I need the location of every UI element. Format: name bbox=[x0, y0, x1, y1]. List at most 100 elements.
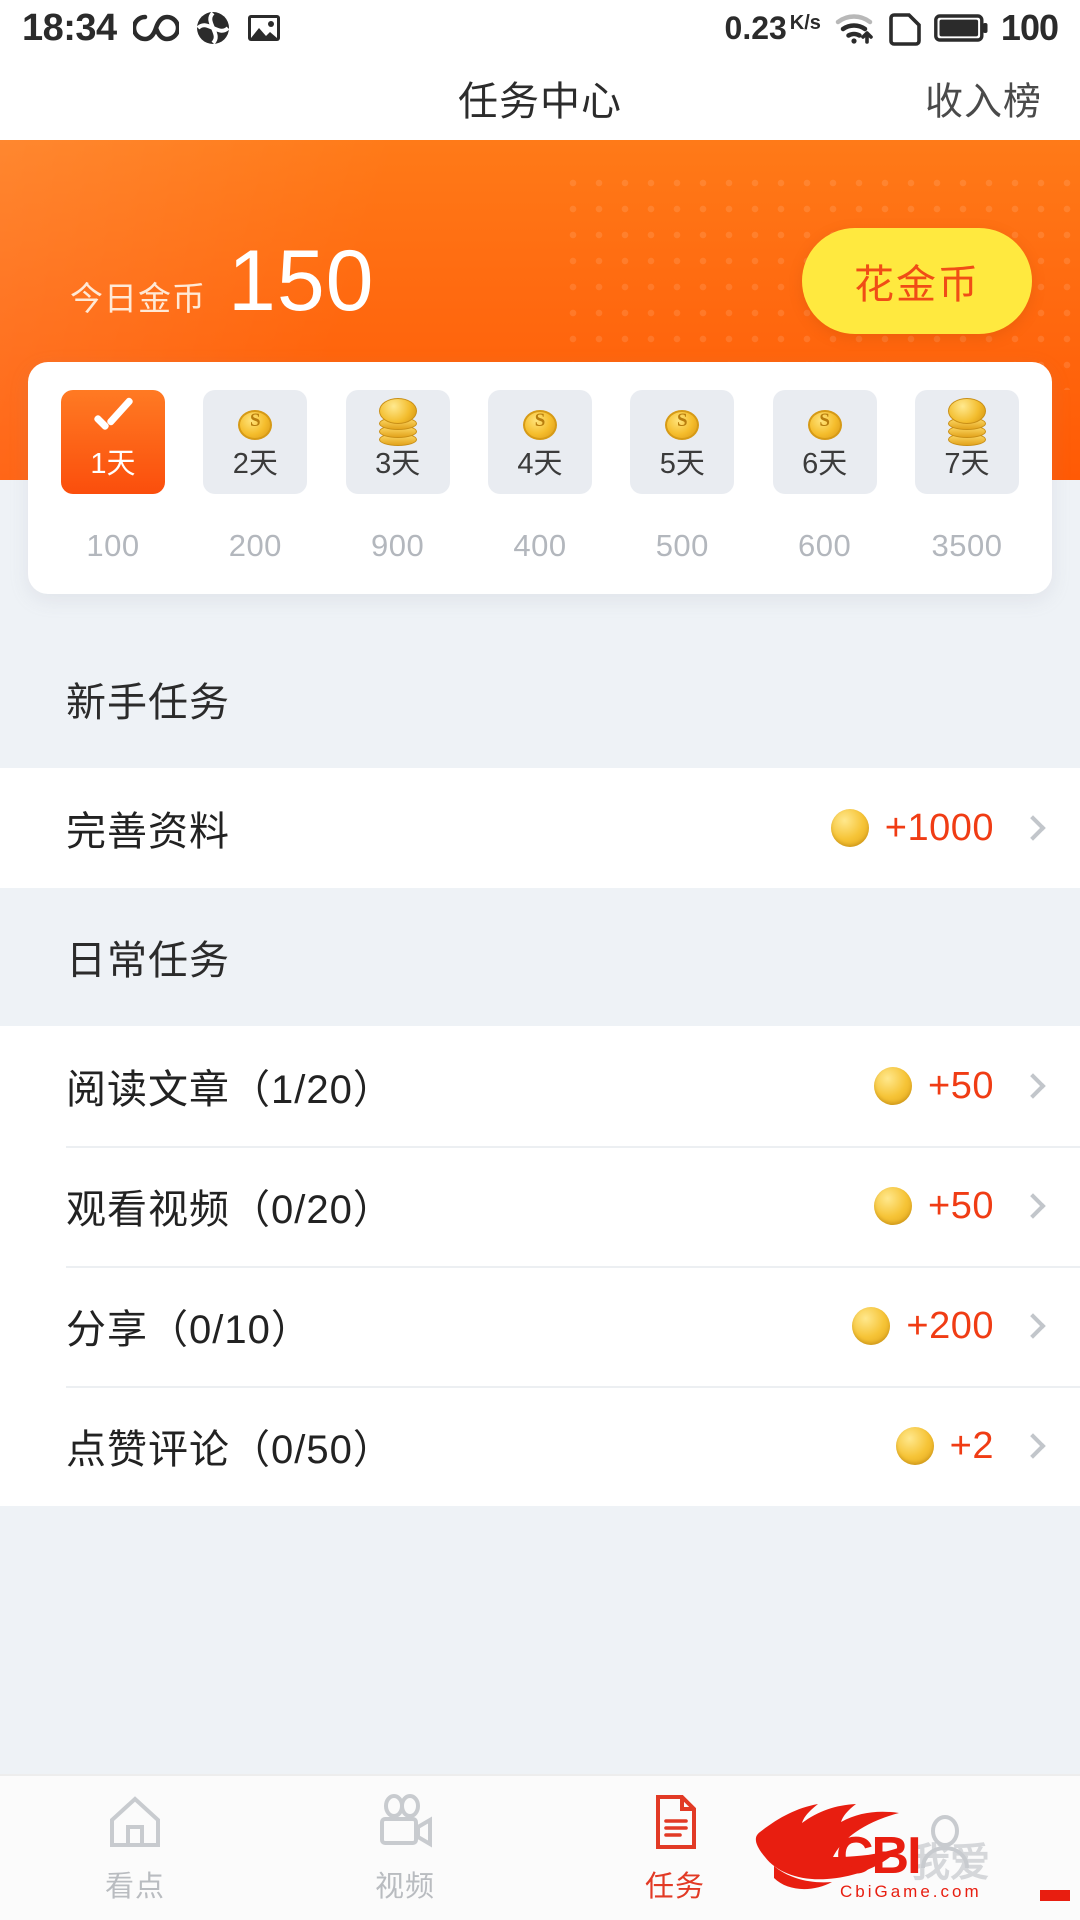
checkin-day-2-amount: 200 bbox=[228, 528, 282, 563]
chevron-right-icon bbox=[1020, 1193, 1046, 1219]
task-row[interactable]: 完善资料 +1000 bbox=[0, 768, 1080, 888]
infinity-icon bbox=[132, 13, 179, 43]
task-row[interactable]: 阅读文章（1/20） +50 bbox=[0, 1026, 1080, 1146]
chevron-right-icon bbox=[1020, 1073, 1046, 1099]
task-name: 完善资料 bbox=[66, 810, 230, 854]
tab-tasks[interactable]: 任务 bbox=[540, 1776, 810, 1920]
spend-coins-button[interactable]: 花金币 bbox=[802, 228, 1032, 334]
checkin-day-5-tile: 5天 bbox=[630, 390, 735, 494]
task-reward: +50 bbox=[928, 1064, 994, 1107]
checkin-days-row: 1天 100 2天 200 3天 900 bbox=[52, 390, 1028, 564]
coin-icon bbox=[522, 404, 557, 446]
checkin-day-3-tile: 3天 bbox=[345, 390, 450, 494]
checkin-day-2-label: 2天 bbox=[232, 448, 278, 480]
checkin-day-1[interactable]: 1天 100 bbox=[52, 390, 174, 564]
status-bar: 18:34 0.23 K/s 100 bbox=[0, 0, 1080, 56]
coin-icon bbox=[895, 1427, 934, 1465]
task-reward-group: +1000 bbox=[830, 806, 1046, 850]
task-reward-group: +200 bbox=[852, 1304, 1046, 1348]
checkin-day-3-amount: 900 bbox=[371, 528, 425, 563]
task-row[interactable]: 观看视频（0/20） +50 bbox=[0, 1146, 1080, 1266]
task-row[interactable]: 点赞评论（0/50） +2 bbox=[0, 1386, 1080, 1506]
checkin-day-6-tile: 6天 bbox=[772, 390, 877, 494]
coin-stack-icon bbox=[377, 398, 419, 446]
check-icon bbox=[87, 404, 139, 446]
tab-profile[interactable] bbox=[810, 1776, 1080, 1920]
checkin-day-5-amount: 500 bbox=[655, 528, 709, 563]
coin-icon bbox=[852, 1307, 891, 1345]
checkin-day-1-amount: 100 bbox=[86, 528, 140, 563]
section-title-daily: 日常任务 bbox=[0, 888, 1080, 1026]
swirl-icon bbox=[195, 10, 231, 46]
battery-level: 100 bbox=[1000, 7, 1059, 48]
coin-icon bbox=[874, 1067, 913, 1105]
checkin-day-3[interactable]: 3天 900 bbox=[337, 390, 459, 564]
coin-stack-icon bbox=[946, 398, 988, 446]
checkin-day-1-tile: 1天 bbox=[61, 390, 165, 494]
tab-kandian[interactable]: 看点 bbox=[0, 1776, 270, 1920]
section-title-novice: 新手任务 bbox=[0, 630, 1080, 768]
sim-card-icon bbox=[889, 10, 921, 46]
checkin-day-4[interactable]: 4天 400 bbox=[479, 390, 601, 564]
status-bar-right: 0.23 K/s 100 bbox=[725, 7, 1059, 49]
banner-content: 今日金币 150 花金币 bbox=[0, 228, 1080, 334]
task-reward: +1000 bbox=[884, 806, 994, 849]
task-reward: +2 bbox=[949, 1424, 994, 1467]
checkin-day-5[interactable]: 5天 500 bbox=[621, 390, 743, 564]
checkin-day-7-label: 7天 bbox=[944, 448, 990, 480]
checkin-day-4-label: 4天 bbox=[517, 448, 563, 480]
checkin-day-7-tile: 7天 bbox=[914, 390, 1019, 494]
checkin-day-2[interactable]: 2天 200 bbox=[194, 390, 316, 564]
network-speed-unit: K/s bbox=[789, 12, 821, 34]
coin-icon bbox=[238, 404, 273, 446]
gallery-icon bbox=[247, 11, 281, 45]
checkin-day-4-tile: 4天 bbox=[487, 390, 592, 494]
checkin-day-6-amount: 600 bbox=[798, 528, 852, 563]
wifi-icon bbox=[834, 11, 876, 45]
tab-label: 视频 bbox=[374, 1871, 435, 1903]
network-speed-value: 0.23 bbox=[724, 10, 787, 46]
chevron-right-icon bbox=[1020, 815, 1046, 841]
novice-task-list: 完善资料 +1000 bbox=[0, 768, 1080, 888]
today-coin-value: 150 bbox=[228, 233, 375, 329]
checkin-day-2-tile: 2天 bbox=[203, 390, 308, 494]
task-reward-group: +50 bbox=[874, 1184, 1046, 1228]
task-reward-group: +2 bbox=[895, 1424, 1046, 1468]
task-reward-group: +50 bbox=[874, 1064, 1046, 1108]
task-name: 点赞评论（0/50） bbox=[66, 1428, 394, 1472]
task-name: 分享（0/10） bbox=[66, 1308, 312, 1352]
tab-video[interactable]: 视频 bbox=[270, 1776, 540, 1920]
checkin-day-6-label: 6天 bbox=[802, 448, 848, 480]
daily-task-list: 阅读文章（1/20） +50 观看视频（0/20） +50 分享（0/10） +… bbox=[0, 1026, 1080, 1506]
network-speed: 0.23 K/s bbox=[725, 12, 821, 44]
profile-icon bbox=[914, 1812, 976, 1874]
task-row[interactable]: 分享（0/10） +200 bbox=[0, 1266, 1080, 1386]
document-icon bbox=[644, 1791, 706, 1853]
top-nav-bar: 任务中心 收入榜 bbox=[0, 56, 1080, 140]
tab-label: 看点 bbox=[104, 1871, 165, 1903]
checkin-day-6[interactable]: 6天 600 bbox=[764, 390, 886, 564]
coin-icon bbox=[665, 404, 700, 446]
checkin-card-wrapper: 1天 100 2天 200 3天 900 bbox=[0, 362, 1080, 594]
income-ranking-link[interactable]: 收入榜 bbox=[925, 71, 1042, 126]
task-name: 阅读文章（1/20） bbox=[66, 1068, 394, 1112]
coin-icon bbox=[830, 809, 869, 847]
tab-label: 任务 bbox=[644, 1871, 705, 1903]
today-coin-label: 今日金币 bbox=[70, 280, 206, 317]
home-icon bbox=[104, 1791, 166, 1853]
checkin-day-3-label: 3天 bbox=[375, 448, 421, 480]
chevron-right-icon bbox=[1020, 1433, 1046, 1459]
coin-icon bbox=[874, 1187, 913, 1225]
task-reward: +50 bbox=[928, 1184, 994, 1227]
checkin-day-5-label: 5天 bbox=[659, 448, 705, 480]
section-gap-1 bbox=[0, 594, 1080, 630]
video-icon bbox=[374, 1791, 436, 1853]
coin-icon bbox=[807, 404, 842, 446]
checkin-day-7[interactable]: 7天 3500 bbox=[906, 390, 1028, 564]
checkin-day-7-amount: 3500 bbox=[931, 528, 1003, 563]
checkin-day-4-amount: 400 bbox=[513, 528, 567, 563]
task-reward: +200 bbox=[906, 1304, 994, 1347]
checkin-day-1-label: 1天 bbox=[90, 448, 136, 480]
chevron-right-icon bbox=[1020, 1313, 1046, 1339]
status-time: 18:34 bbox=[22, 7, 117, 49]
